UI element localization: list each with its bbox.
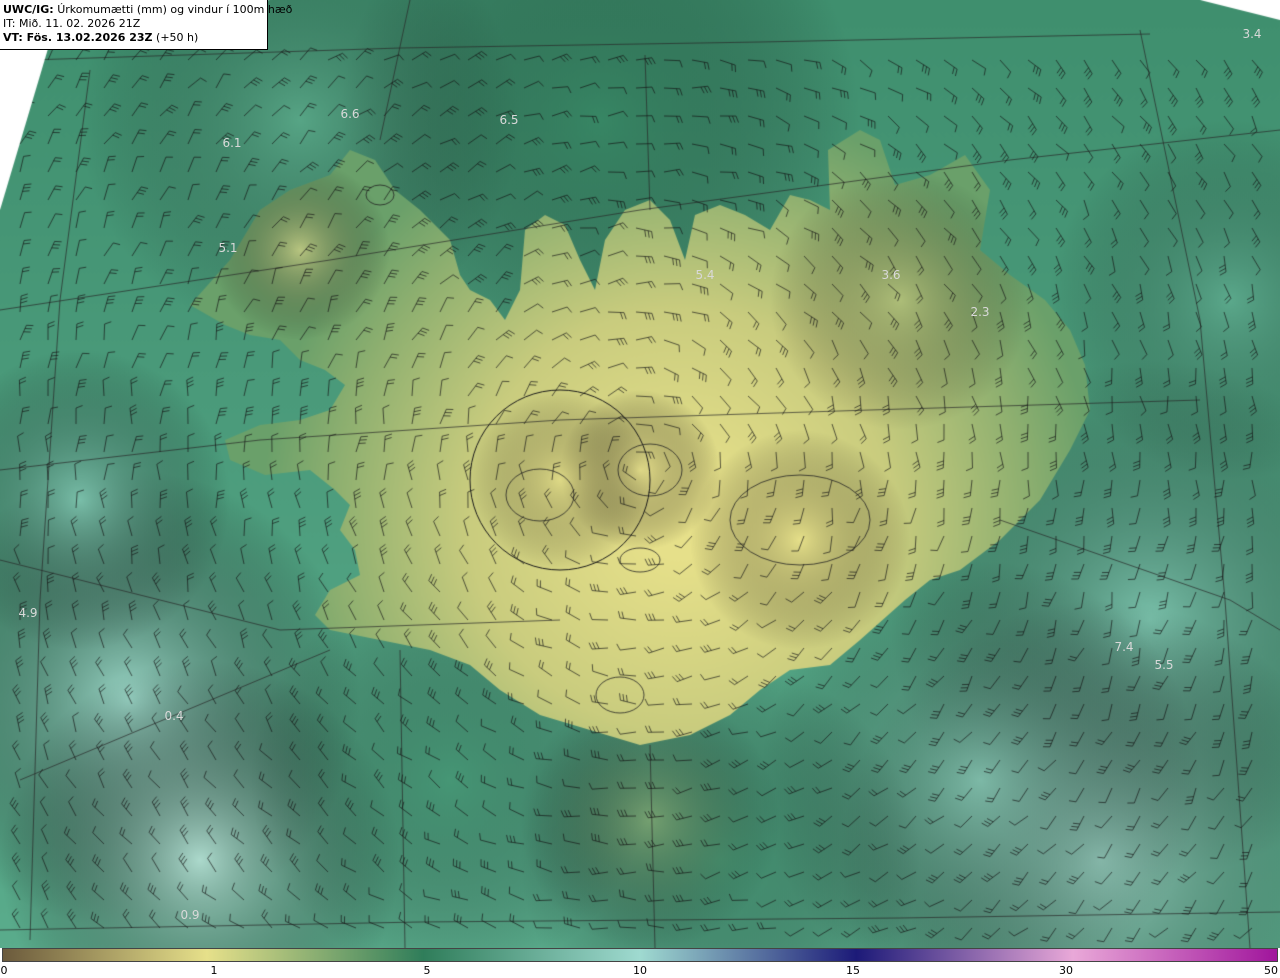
colorbar-tick: 30 [1059,964,1073,977]
value-label: 5.1 [218,241,238,255]
colorbar-tick: 5 [423,964,431,977]
value-label: 3.4 [1242,27,1262,41]
value-label: 4.9 [18,606,38,620]
colorbar-tick: 15 [846,964,860,977]
value-label: 3.6 [881,268,901,282]
forecast-lead: (+50 h) [156,31,199,44]
colorbar-tick: 0 [0,964,8,977]
value-label: 0.9 [180,908,200,922]
value-label: 6.1 [222,136,242,150]
colorbar-strip [2,948,1278,962]
value-label: 5.5 [1154,658,1174,672]
value-label: 7.4 [1114,640,1134,654]
colorbar-tick: 50 [1264,964,1278,977]
map-title: Úrkomumætti (mm) og vindur í 100m hæð [57,3,293,16]
colorbar-tick: 1 [210,964,218,977]
valid-time: VT: Fös. 13.02.2026 23Z [3,31,153,44]
value-label: 2.3 [970,305,990,319]
value-label: 6.5 [499,113,519,127]
value-label: 0.4 [164,709,184,723]
init-time: IT: Mið. 11. 02. 2026 21Z [3,17,141,30]
value-label: 6.6 [340,107,360,121]
value-label: 5.4 [695,268,715,282]
map-header: UWC/IG: Úrkomumætti (mm) og vindur í 100… [0,0,292,50]
precipitable-water-map [0,0,1280,948]
colorbar: 0 1 5 10 15 30 50 [0,948,1280,978]
model-name: UWC/IG: [3,3,54,16]
colorbar-tick: 10 [633,964,647,977]
